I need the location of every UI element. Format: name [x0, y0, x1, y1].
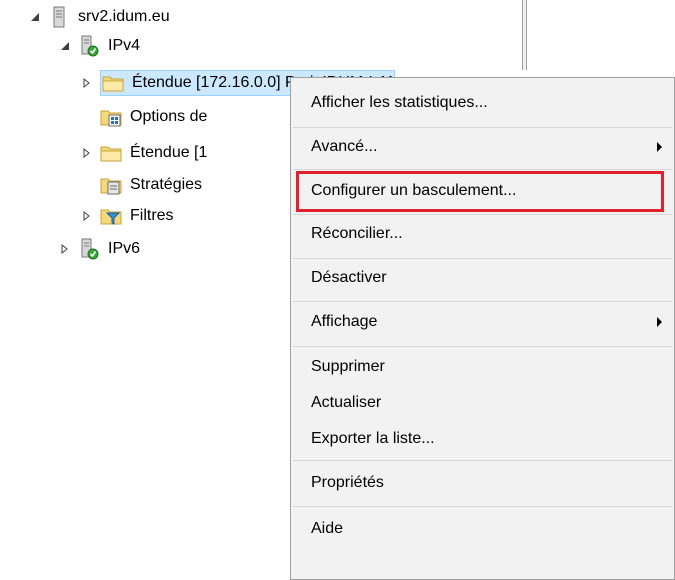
- menu-item-affichage[interactable]: Affichage: [291, 303, 674, 341]
- tree-item-server[interactable]: srv2.idum.eu: [28, 4, 172, 30]
- expanded-arrow-icon[interactable]: [58, 39, 72, 53]
- menu-item-supprimer[interactable]: Supprimer: [291, 348, 674, 386]
- expanded-arrow-icon[interactable]: [28, 10, 42, 24]
- menu-label: Actualiser: [311, 394, 382, 411]
- menu-item-proprietes[interactable]: Propriétés: [291, 464, 674, 502]
- tree-item-etendue-2[interactable]: Étendue [1: [80, 140, 209, 166]
- menu-separator: [293, 346, 672, 347]
- menu-item-statistiques[interactable]: Afficher les statistiques...: [291, 84, 674, 122]
- ipv4-icon: [78, 35, 100, 57]
- context-menu: Afficher les statistiques... Avancé... C…: [290, 77, 675, 580]
- menu-separator: [293, 506, 672, 507]
- annotation-highlight-box: [296, 171, 664, 212]
- submenu-arrow-icon: [657, 317, 662, 327]
- menu-separator: [293, 301, 672, 302]
- menu-item-avance[interactable]: Avancé...: [291, 128, 674, 166]
- menu-label: Désactiver: [311, 269, 387, 286]
- filter-icon: [100, 205, 122, 227]
- menu-item-desactiver[interactable]: Désactiver: [291, 259, 674, 297]
- collapsed-arrow-icon[interactable]: [80, 209, 94, 223]
- collapsed-arrow-icon[interactable]: [58, 242, 72, 256]
- tree-item-ipv6[interactable]: IPv6: [58, 236, 142, 262]
- menu-separator: [293, 460, 672, 461]
- menu-item-aide[interactable]: Aide: [291, 510, 674, 548]
- collapsed-arrow-icon[interactable]: [80, 76, 94, 90]
- tree-item-strategies[interactable]: Stratégies: [100, 172, 204, 198]
- menu-label: Exporter la liste...: [311, 430, 435, 447]
- tree-label-etendue-2: Étendue [1: [130, 144, 208, 161]
- folder-icon: [102, 72, 124, 94]
- menu-item-reconcilier[interactable]: Réconcilier...: [291, 215, 674, 253]
- menu-label: Réconcilier...: [311, 225, 403, 242]
- tree-label-filtres: Filtres: [130, 207, 174, 224]
- menu-item-exporter[interactable]: Exporter la liste...: [291, 420, 674, 458]
- pane-splitter[interactable]: [522, 0, 527, 70]
- menu-label: Aide: [311, 520, 344, 537]
- menu-label: Avancé...: [311, 138, 378, 155]
- ipv6-icon: [78, 238, 100, 260]
- tree-item-ipv4[interactable]: IPv4: [58, 33, 142, 59]
- menu-label: Affichage: [311, 313, 378, 330]
- menu-label: Afficher les statistiques...: [311, 94, 488, 111]
- tree-item-filtres[interactable]: Filtres: [80, 203, 176, 229]
- menu-label: Propriétés: [311, 474, 384, 491]
- tree-label-server: srv2.idum.eu: [78, 8, 170, 25]
- tree-item-options[interactable]: Options de: [100, 104, 209, 130]
- tree-label-strategies: Stratégies: [130, 176, 203, 193]
- policy-icon: [100, 174, 122, 196]
- options-icon: [100, 106, 122, 128]
- collapsed-arrow-icon[interactable]: [80, 146, 94, 160]
- tree-label-options: Options de: [130, 108, 208, 125]
- folder-icon: [100, 142, 122, 164]
- tree-label-ipv6: IPv6: [108, 240, 141, 257]
- menu-item-actualiser[interactable]: Actualiser: [291, 384, 674, 422]
- menu-label: Supprimer: [311, 358, 385, 375]
- server-icon: [48, 6, 70, 28]
- tree-label-ipv4: IPv4: [108, 37, 141, 54]
- submenu-arrow-icon: [657, 142, 662, 152]
- menu-separator: [293, 169, 672, 170]
